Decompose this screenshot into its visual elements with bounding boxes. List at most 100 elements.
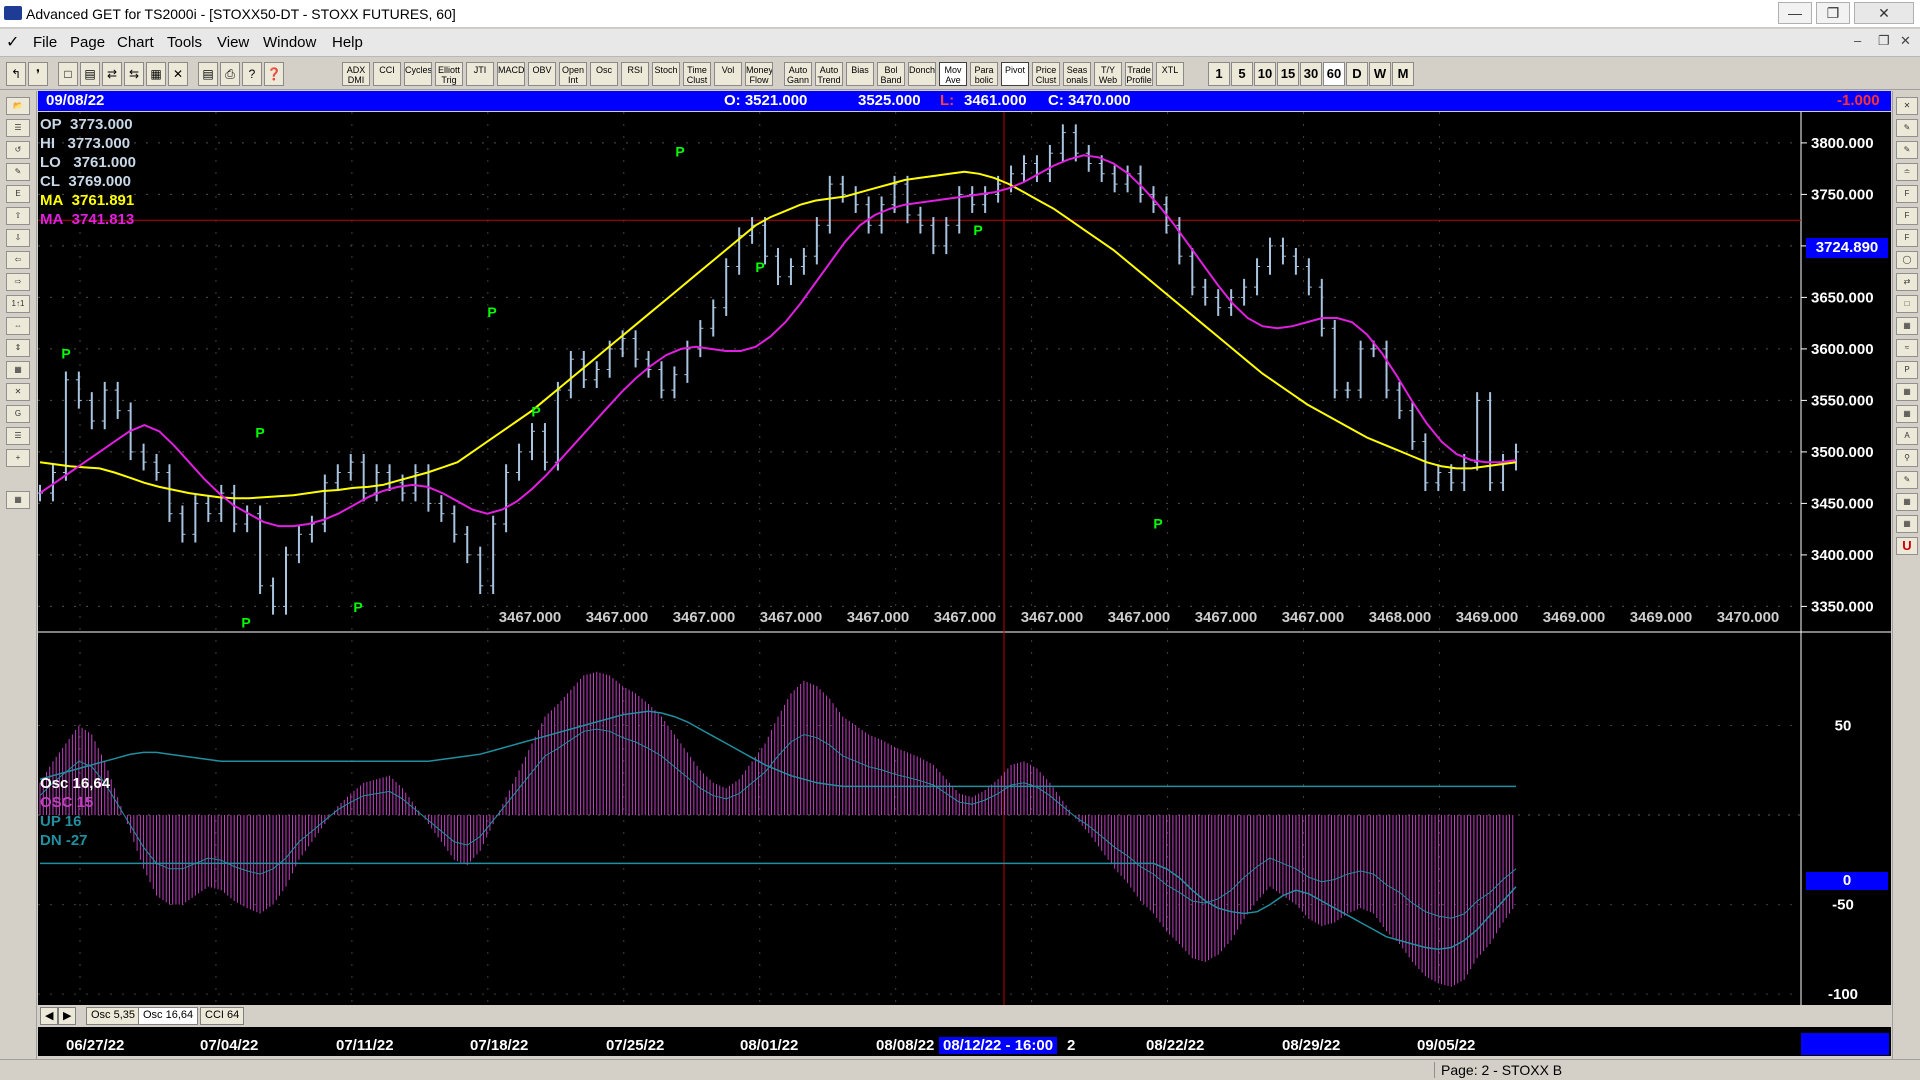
indicator-button-price-clust[interactable]: Price Clust: [1032, 62, 1060, 86]
right-tool-12-icon[interactable]: P: [1896, 361, 1918, 379]
mdi-minimize-icon[interactable]: –: [1854, 33, 1861, 48]
indicator-button-stoch[interactable]: Stoch: [652, 62, 680, 86]
indicator-button-bias[interactable]: Bias: [846, 62, 874, 86]
toolbar-icon-5[interactable]: ⇆: [124, 62, 144, 86]
indicator-button-obv[interactable]: OBV: [528, 62, 556, 86]
menu-tools[interactable]: Tools: [167, 34, 202, 51]
left-tool-1-icon[interactable]: ☰: [6, 119, 30, 137]
indicator-button-elliott-trig[interactable]: Elliott Trig: [435, 62, 463, 86]
tab-cci-64[interactable]: CCI 64: [200, 1007, 245, 1025]
menu-file[interactable]: File: [33, 34, 57, 51]
left-tool-13-icon[interactable]: ✕: [6, 383, 30, 401]
interval-button-M[interactable]: M: [1392, 62, 1414, 86]
minimize-button[interactable]: —: [1778, 2, 1812, 24]
indicator-button-xtl[interactable]: XTL: [1156, 62, 1184, 86]
interval-button-D[interactable]: D: [1346, 62, 1368, 86]
right-tool-17-icon[interactable]: ✎: [1896, 471, 1918, 489]
indicator-button-jti[interactable]: JTI: [466, 62, 494, 86]
mdi-close-icon[interactable]: ✕: [1900, 33, 1911, 49]
menu-help[interactable]: Help: [332, 34, 363, 51]
toolbar-icon-0[interactable]: ↰: [6, 62, 26, 86]
left-tool-6-icon[interactable]: ⇩: [6, 229, 30, 247]
right-tool-4-icon[interactable]: F: [1896, 185, 1918, 203]
toolbar-icon-11[interactable]: ❓: [264, 62, 284, 86]
right-tool-11-icon[interactable]: ≈: [1896, 339, 1918, 357]
indicator-button-bol-band[interactable]: Bol Band: [877, 62, 905, 86]
left-tool-3-icon[interactable]: ✎: [6, 163, 30, 181]
indicator-button-trade-profile[interactable]: Trade Profile: [1125, 62, 1153, 86]
toolbar-icon-4[interactable]: ⇄: [102, 62, 122, 86]
indicator-button-donch[interactable]: Donch: [908, 62, 936, 86]
toolbar-icon-2[interactable]: □: [58, 62, 78, 86]
indicator-button-time-clust[interactable]: Time Clust: [683, 62, 711, 86]
toolbar-icon-7[interactable]: ✕: [168, 62, 188, 86]
indicator-button-seas-onals[interactable]: Seas onals: [1063, 62, 1091, 86]
right-tool-7-icon[interactable]: ◯: [1896, 251, 1918, 269]
right-tool-8-icon[interactable]: ⇄: [1896, 273, 1918, 291]
left-tool-15-icon[interactable]: ☰: [6, 427, 30, 445]
right-tool-16-icon[interactable]: ⚲: [1896, 449, 1918, 467]
left-tool-0-icon[interactable]: 📂: [6, 97, 30, 115]
interval-button-30[interactable]: 30: [1300, 62, 1322, 86]
menu-window[interactable]: Window: [263, 34, 316, 51]
left-tool-16-icon[interactable]: +: [6, 449, 30, 467]
left-tool-7-icon[interactable]: ⇦: [6, 251, 30, 269]
right-tool-2-icon[interactable]: ✎: [1896, 141, 1918, 159]
indicator-button-osc[interactable]: Osc: [590, 62, 618, 86]
indicator-button-auto-trend[interactable]: Auto Trend: [815, 62, 843, 86]
interval-button-60[interactable]: 60: [1323, 62, 1345, 86]
mdi-restore-icon[interactable]: ❐: [1878, 33, 1890, 49]
tab-osc-5-35[interactable]: Osc 5,35: [86, 1007, 141, 1025]
left-tool-12-icon[interactable]: ▦: [6, 361, 30, 379]
right-tool-3-icon[interactable]: ≐: [1896, 163, 1918, 181]
menu-page[interactable]: Page: [70, 34, 105, 51]
toolbar-icon-8[interactable]: ▤: [198, 62, 218, 86]
right-tool-15-icon[interactable]: A: [1896, 427, 1918, 445]
indicator-button-cci[interactable]: CCI: [373, 62, 401, 86]
menu-view[interactable]: View: [217, 34, 249, 51]
restore-button[interactable]: ❐: [1816, 2, 1850, 24]
interval-button-15[interactable]: 15: [1277, 62, 1299, 86]
left-tool-17-icon[interactable]: ▦: [6, 491, 30, 509]
indicator-button-auto-gann[interactable]: Auto Gann: [784, 62, 812, 86]
indicator-button-cycles[interactable]: Cycles: [404, 62, 432, 86]
chart-svg[interactable]: 3350.000 3400.000 3450.000 3500.000 3550.000…: [38, 112, 1891, 1048]
left-tool-14-icon[interactable]: G: [6, 405, 30, 423]
right-tool-10-icon[interactable]: ▦: [1896, 317, 1918, 335]
toolbar-icon-9[interactable]: ⎙: [220, 62, 240, 86]
right-tool-20-icon[interactable]: U: [1896, 537, 1918, 555]
right-tool-14-icon[interactable]: ▦: [1896, 405, 1918, 423]
indicator-button-money-flow[interactable]: Money Flow: [745, 62, 773, 86]
left-tool-11-icon[interactable]: ⇕: [6, 339, 30, 357]
indicator-button-vol[interactable]: Vol: [714, 62, 742, 86]
indicator-button-pivot[interactable]: Pivot: [1001, 62, 1029, 86]
right-tool-6-icon[interactable]: F: [1896, 229, 1918, 247]
right-tool-13-icon[interactable]: ▦: [1896, 383, 1918, 401]
indicator-button-macd[interactable]: MACD: [497, 62, 525, 86]
right-tool-19-icon[interactable]: ▦: [1896, 515, 1918, 533]
indicator-button-open-int[interactable]: Open Int: [559, 62, 587, 86]
left-tool-5-icon[interactable]: ⇧: [6, 207, 30, 225]
indicator-button-mov-ave[interactable]: Mov Ave: [939, 62, 967, 86]
left-tool-4-icon[interactable]: E: [6, 185, 30, 203]
tab-osc-16-64[interactable]: Osc 16,64: [138, 1007, 199, 1025]
toolbar-icon-3[interactable]: ▤: [80, 62, 100, 86]
indicator-button-t-y-web[interactable]: T/Y Web: [1094, 62, 1122, 86]
toolbar-icon-10[interactable]: ?: [242, 62, 262, 86]
left-tool-8-icon[interactable]: ⇨: [6, 273, 30, 291]
interval-button-1[interactable]: 1: [1208, 62, 1230, 86]
right-tool-18-icon[interactable]: ▦: [1896, 493, 1918, 511]
app-menu-icon[interactable]: ✓: [6, 32, 19, 52]
indicator-button-adx-dmi[interactable]: ADX DMI: [342, 62, 370, 86]
right-tool-5-icon[interactable]: F: [1896, 207, 1918, 225]
chart-area[interactable]: 3350.000 3400.000 3450.000 3500.000 3550.000…: [38, 112, 1891, 1048]
left-tool-9-icon[interactable]: 1↑1: [6, 295, 30, 313]
left-tool-10-icon[interactable]: ⇔: [6, 317, 30, 335]
right-tool-1-icon[interactable]: ✎: [1896, 119, 1918, 137]
interval-button-10[interactable]: 10: [1254, 62, 1276, 86]
right-tool-0-icon[interactable]: ✕: [1896, 97, 1918, 115]
indicator-button-rsi[interactable]: RSI: [621, 62, 649, 86]
toolbar-icon-1[interactable]: ❜: [28, 62, 48, 86]
tab-scroll-left[interactable]: ◀: [40, 1007, 59, 1025]
tab-scroll-right[interactable]: ▶: [58, 1007, 77, 1025]
